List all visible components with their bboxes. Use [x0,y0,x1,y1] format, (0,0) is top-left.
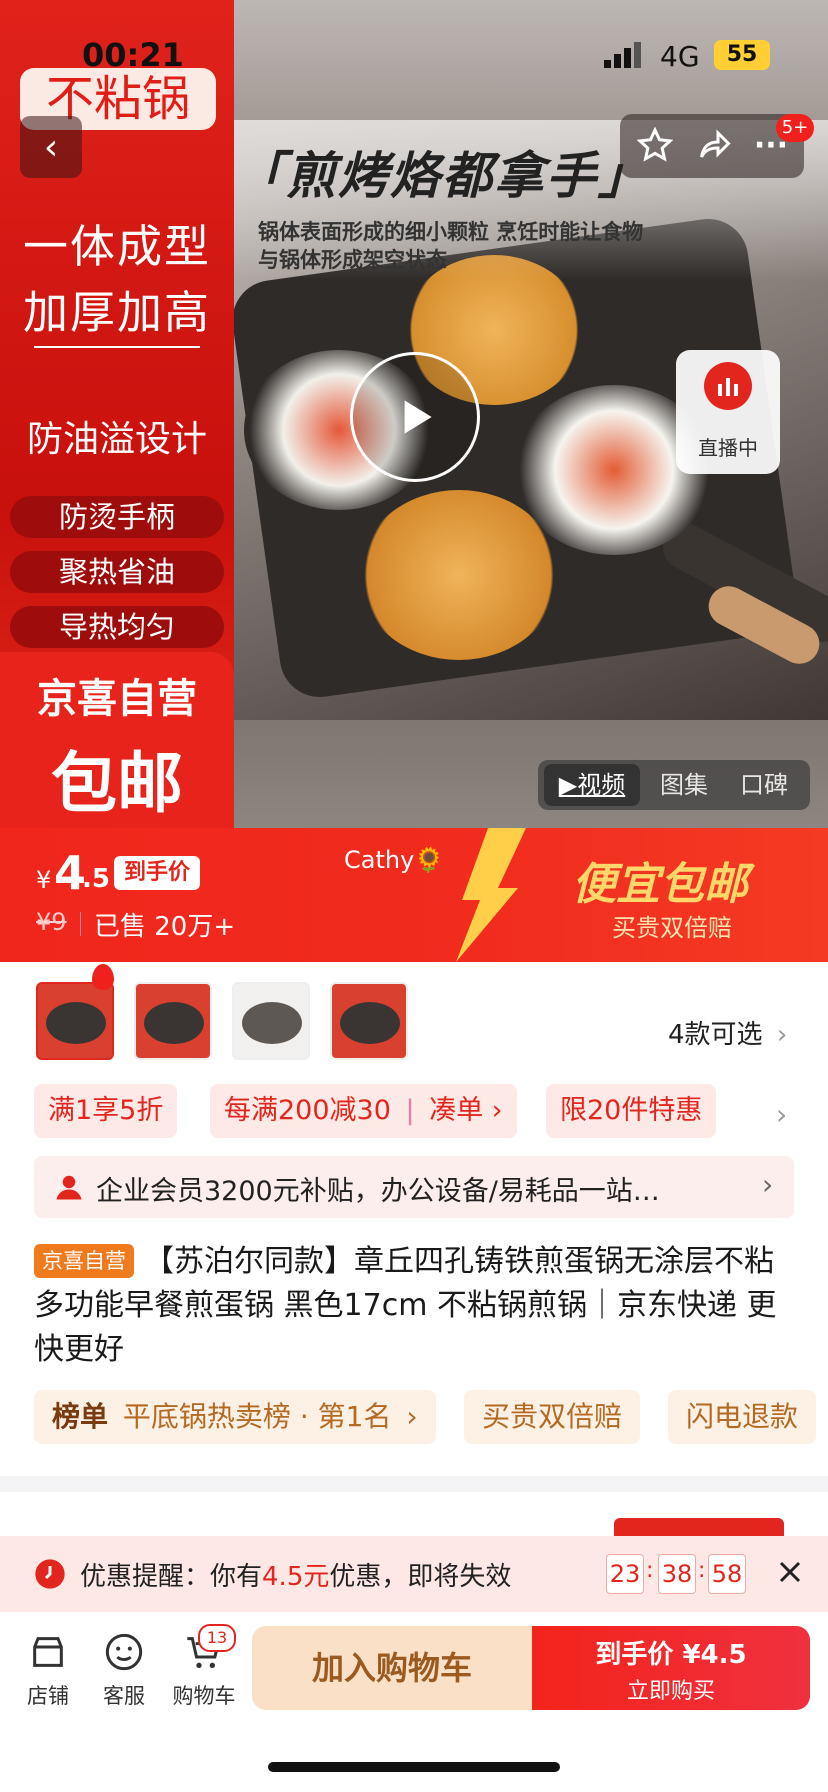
slogan-sub: 买贵双倍赔 [612,914,732,942]
variant-thumb-4[interactable] [330,982,408,1060]
promo-add-on-link: 凑单 › [429,1095,503,1126]
banner-line-3: 防油溢设计 [26,419,207,460]
countdown-sep: : [646,1558,654,1583]
live-button[interactable]: 直播中 [676,350,780,474]
buy-now-price: 到手价 ¥4.5 [595,1640,747,1670]
cart-count-badge: 13 [198,1624,236,1652]
coupon-suffix: 优惠，即将失效 [329,1562,512,1592]
countdown-seconds: 58 [708,1554,746,1594]
price-tag: 到手价 [114,856,201,890]
coupon-reminder-bar: 优惠提醒：你有4.5元优惠，即将失效 23 : 38 : 58 [0,1536,828,1612]
sold-divider [80,912,81,936]
rank-label: 榜单 [52,1400,109,1433]
self-run-badge: 京喜自营 [34,1244,134,1278]
promo-threshold-label: 每满200减30 [224,1095,391,1126]
nav-cart-label: 购物车 [172,1684,236,1708]
banner-pill-3: 导热均匀 [10,606,224,648]
countdown-hours: 23 [606,1554,644,1594]
notification-badge: 5+ [776,114,814,142]
service-icon [104,1632,144,1672]
banner-line-1: 一体成型 [22,220,211,273]
variants-count[interactable]: 4款可选 › [668,1014,787,1051]
play-icon [404,400,432,434]
coupon-prefix: 优惠提醒：你有 [80,1562,263,1592]
promo-more-icon[interactable]: › [776,1098,787,1131]
signal-icon [604,42,644,68]
share-icon[interactable] [690,120,740,170]
chevron-right-icon: › [406,1400,418,1433]
variant-thumb-1[interactable] [36,982,114,1060]
variants-count-label: 4款可选 [668,1020,763,1050]
nav-service-label: 客服 [103,1684,145,1708]
rank-tag[interactable]: 榜单 平底锅热卖榜 · 第1名 › [34,1390,436,1444]
live-icon [704,362,752,410]
sold-count: 已售 20万+ [94,912,236,942]
status-time: 00:21 [82,36,184,74]
banner-free-ship: 包邮 [51,745,183,822]
chevron-right-icon: › [776,1020,788,1050]
section-divider [0,1476,828,1492]
hot-icon [92,964,114,990]
user-icon [54,1172,84,1202]
buy-now-label: 立即购买 [626,1679,715,1704]
promo-tag-discount[interactable]: 满1享5折 [34,1084,178,1138]
nav-shop-label: 店铺 [27,1684,69,1708]
countdown-minutes: 38 [658,1554,696,1594]
battery-icon: 55 [714,40,770,70]
promo-divider: | [405,1095,415,1126]
add-to-cart-button[interactable]: 加入购物车 [252,1626,532,1710]
promo-tag-limited[interactable]: 限20件特惠 [546,1084,717,1138]
favorite-star-icon[interactable] [630,120,680,170]
store-icon [28,1632,68,1672]
tab-video[interactable]: ▶视频 [544,764,640,806]
banner-line-2: 加厚加高 [22,286,211,339]
back-button[interactable]: ‹ [20,116,82,178]
photo-subtitle-2: 与锅体形成架空状态 [258,248,447,272]
coupon-reminder-text: 优惠提醒：你有4.5元优惠，即将失效 [80,1556,511,1593]
play-video-button[interactable] [350,352,480,482]
rank-text: 平底锅热卖榜 · 第1名 [122,1400,392,1433]
banner-pill-2: 聚热省油 [10,551,224,593]
lightning-graphic [448,828,528,962]
buy-now-button[interactable]: 到手价 ¥4.5 立即购买 [532,1626,810,1710]
tab-gallery[interactable]: 图集 [650,764,718,806]
nav-service[interactable]: 客服 [88,1632,160,1710]
live-label: 直播中 [698,436,758,460]
tab-reviews[interactable]: 口碑 [730,764,798,806]
product-title-block: 京喜自营 【苏泊尔同款】章丘四孔铸铁煎蛋锅无涂层不粘多功能早餐煎蛋锅 黑色17cm… [34,1240,794,1372]
slogan: 便宜包邮 [572,859,748,910]
user-name: Cathy🌻 [344,846,445,874]
product-image-carousel[interactable]: 「煎烤烙都拿手」 锅体表面形成的细小颗粒 烹饪时能让食物 与锅体形成架空状态 不… [0,0,828,828]
promo-tag-threshold[interactable]: 每满200减30 | 凑单 › [210,1084,517,1138]
enterprise-text: 企业会员3200元补贴，办公设备/易耗品一站… [96,1176,660,1207]
price-currency: ¥ [36,866,52,894]
banner-self-run: 京喜自营 [37,676,197,722]
price-decimal: .5 [82,864,110,894]
variant-thumb-2[interactable] [134,982,212,1060]
banner-bottom-block: 京喜自营 包邮 [0,652,234,828]
photo-title: 「煎烤烙都拿手」 [234,147,650,205]
banner-pill-1: 防烫手柄 [10,496,224,538]
nav-shop[interactable]: 店铺 [12,1632,84,1710]
coupon-amount: 4.5元 [262,1562,330,1592]
network-label: 4G [660,40,700,73]
food-cake-bottom [359,490,559,660]
enterprise-member-banner[interactable]: 企业会员3200元补贴，办公设备/易耗品一站… › [34,1156,794,1218]
double-compensation-tag[interactable]: 买贵双倍赔 [464,1390,641,1444]
countdown-sep: : [698,1558,706,1583]
fast-refund-tag[interactable]: 闪电退款 [668,1390,817,1444]
clock-icon [34,1558,66,1590]
close-icon[interactable] [772,1554,808,1590]
product-title: 【苏泊尔同款】章丘四孔铸铁煎蛋锅无涂层不粘多功能早餐煎蛋锅 黑色17cm 不粘锅… [34,1244,777,1367]
home-indicator [268,1762,560,1772]
variant-thumb-3[interactable] [232,982,310,1060]
photo-subtitle: 锅体表面形成的细小颗粒 烹饪时能让食物 [258,220,644,244]
chevron-left-icon: ‹ [43,126,59,168]
price-banner: ¥ 4 .5 到手价 ¥9 已售 20万+ Cathy🌻 便宜包邮 买贵双倍赔 [0,828,828,962]
banner-divider [34,346,200,348]
chevron-right-icon: › [762,1168,774,1201]
battery-level: 55 [726,42,758,67]
original-price: ¥9 [36,908,67,936]
